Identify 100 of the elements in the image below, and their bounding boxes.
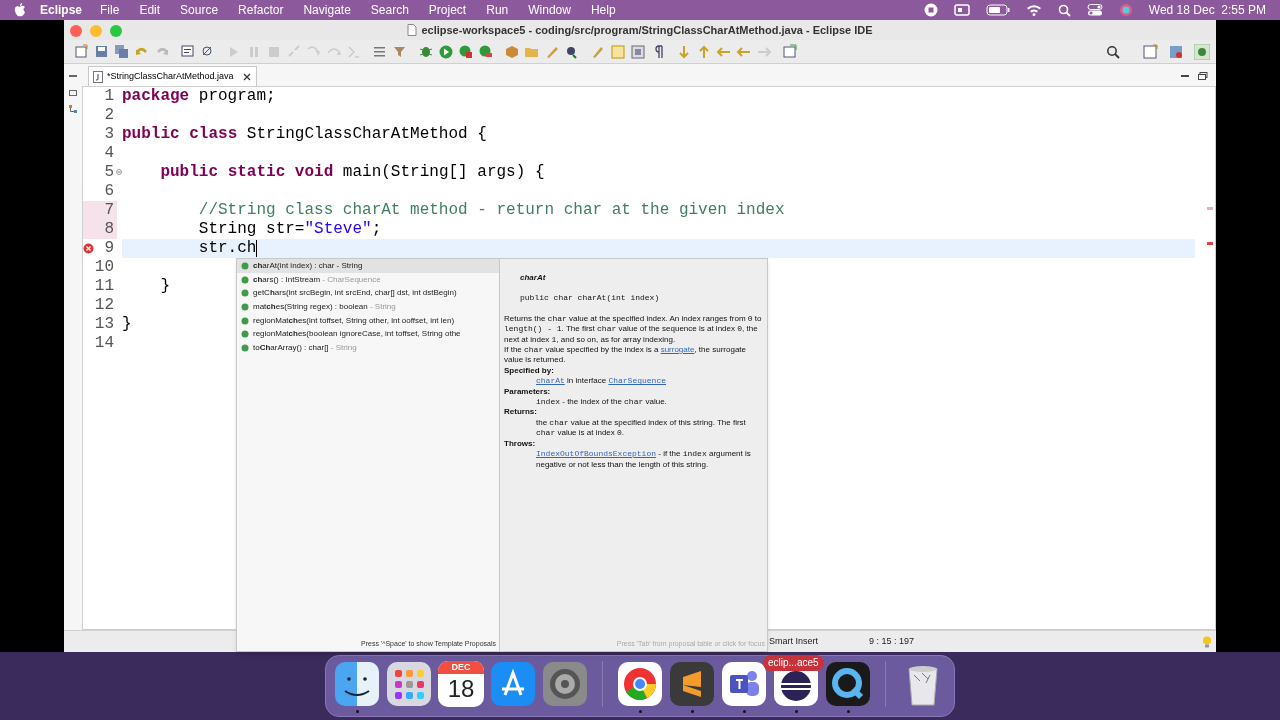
code-line: package program;	[122, 87, 276, 106]
menu-item[interactable]: Search	[370, 1, 409, 19]
error-marker	[1207, 242, 1213, 245]
next-annotation-icon[interactable]	[676, 43, 692, 60]
record-icon[interactable]	[923, 3, 938, 17]
menu-item[interactable]: File	[100, 1, 120, 19]
wifi-icon[interactable]	[1025, 4, 1042, 16]
search-icon[interactable]	[1106, 44, 1120, 59]
completion-item[interactable]: chars() : IntStream - CharSequence	[237, 272, 499, 287]
run-icon[interactable]	[438, 43, 454, 60]
letter-a-icon[interactable]	[490, 661, 536, 707]
console-icon[interactable]	[180, 43, 196, 60]
doc-section-heading: Specified by:	[504, 365, 555, 377]
line-number: 5	[104, 163, 115, 182]
completion-item[interactable]: matches(String regex) : boolean - String	[237, 300, 499, 314]
completion-item[interactable]: getChars(int srcBegin, int srcEnd, char[] dst, int dstBegin)	[237, 286, 499, 301]
file-icon	[407, 24, 418, 36]
control-center-icon[interactable]	[1086, 4, 1103, 16]
link[interactable]: CharSequence	[608, 376, 666, 386]
letter-s-icon[interactable]	[669, 661, 715, 707]
clock[interactable]: Wed 18 Dec 2:55 PM	[1148, 1, 1266, 19]
gear-icon[interactable]	[542, 661, 588, 707]
code-line: String str="Steve";	[197, 220, 382, 239]
doc-section-text: charAt in interface CharSequence	[535, 376, 667, 387]
cursor-position: 9 : 15 : 197	[869, 634, 916, 648]
link[interactable]: IndexOutOfBoundsException	[536, 449, 657, 459]
line-number: 10	[94, 258, 115, 277]
magnifier-icon[interactable]	[825, 661, 871, 707]
close-button[interactable]	[70, 25, 82, 37]
line-number: 7	[104, 201, 115, 220]
collapse-icon[interactable]	[116, 169, 122, 175]
completion-item[interactable]: toCharArray() : char[] - String	[237, 341, 499, 355]
search-icon[interactable]	[1057, 3, 1071, 17]
code-line: }	[122, 315, 132, 334]
completion-item[interactable]: charAt(int index) : char - String	[237, 259, 499, 273]
line-number: 4	[104, 144, 115, 163]
zoom-button[interactable]	[110, 25, 122, 37]
tooltip: eclip...ace5	[763, 655, 824, 671]
face-icon[interactable]	[334, 661, 380, 707]
code-line: public static void main(String[] args) {	[159, 163, 545, 182]
perspective-icon[interactable]	[1142, 43, 1158, 60]
close-icon[interactable]	[241, 71, 252, 82]
doc-section-heading: Throws:	[504, 438, 537, 450]
external-tools-icon[interactable]	[478, 43, 494, 60]
display-icon[interactable]	[953, 4, 970, 16]
completion-item[interactable]: regionMatches(boolean ignoreCase, int toffset, String othe	[237, 327, 499, 342]
app-grid-icon[interactable]	[386, 661, 432, 707]
java-perspective-icon[interactable]	[1194, 43, 1210, 60]
doc-section-text: the char value at the specified index of this string. The first char value is at index 0.	[535, 417, 747, 439]
doc-section-heading: Parameters:	[504, 386, 552, 398]
completion-item[interactable]: regionMatches(int toffset, String other, int ooffset, int len)	[237, 313, 499, 328]
window-title: eclipse-workspace5 - coding/src/program/StringClassCharAtMethod.java - Eclipse IDE	[421, 22, 873, 38]
line-number: 8	[104, 220, 115, 239]
menu-item[interactable]: Window	[528, 1, 571, 19]
battery-icon[interactable]	[985, 4, 1010, 16]
line-number: 11	[94, 277, 115, 296]
change-marker	[1207, 207, 1213, 210]
menu-item[interactable]: Refactor	[238, 1, 284, 19]
people-icon[interactable]	[721, 661, 767, 707]
code-line: public class StringClassCharAtMethod {	[122, 125, 487, 144]
doc-title: charAt	[520, 273, 547, 284]
menu-item[interactable]: Navigate	[303, 1, 351, 19]
doc-paragraph: Returns the char value at the specified index. An index ranges from 0 to length() - 1. The first char value of the sequence is at index 0, the next at index 1, and so on, as for array indexing.	[504, 313, 763, 346]
save-icon[interactable]	[94, 43, 110, 60]
pin-editor-icon[interactable]	[782, 43, 798, 60]
menu-item[interactable]: Project	[428, 1, 467, 19]
outline-icon[interactable]	[68, 104, 78, 114]
menu-item[interactable]: Source	[180, 1, 219, 19]
java-file-icon	[93, 70, 103, 83]
doc-section-text: index - the index of the char value.	[535, 397, 668, 408]
menu-item[interactable]: Run	[486, 1, 509, 19]
restore-icon[interactable]	[69, 88, 77, 96]
save-all-icon[interactable]	[114, 43, 130, 60]
line-number: 9	[104, 239, 115, 258]
link[interactable]: charAt	[536, 376, 565, 386]
doc-section-text: IndexOutOfBoundsException - if the index argument is negative or not less than the length of this string.	[535, 449, 752, 470]
line-number: 14	[94, 334, 115, 353]
minimize-icon[interactable]	[1180, 72, 1190, 80]
line-number: 12	[94, 296, 115, 315]
coverage-icon[interactable]	[458, 43, 474, 60]
menu-item[interactable]: Edit	[139, 1, 161, 19]
new-icon[interactable]	[74, 43, 90, 60]
siri-icon[interactable]	[1118, 3, 1133, 17]
line-number: 6	[104, 182, 115, 201]
circle-logo-icon[interactable]	[617, 661, 663, 707]
menu-item[interactable]: Help	[590, 1, 616, 19]
lightbulb-icon[interactable]	[1202, 635, 1212, 648]
code-line: //String class charAt method - return char at the given index	[197, 201, 785, 220]
editor-tab[interactable]: *StringClassCharAtMethod.java	[88, 66, 257, 86]
method-signature: public char charAt(int index)	[520, 293, 661, 304]
line-number: 1	[104, 87, 115, 106]
code-line: str.ch	[197, 239, 257, 258]
calendar-app[interactable]: DEC 18	[438, 661, 484, 707]
doc-section-heading: Returns:	[504, 407, 538, 418]
maximize-icon[interactable]	[1198, 72, 1208, 80]
apple-icon[interactable]	[14, 3, 26, 17]
line-number: 2	[104, 106, 115, 125]
app-menu[interactable]: Eclipse	[40, 1, 83, 19]
doc-paragraph: If the char value specified by the index is a surrogate, the surrogate value is returned.	[504, 345, 747, 366]
java-ee-perspective-icon[interactable]	[1168, 43, 1184, 60]
